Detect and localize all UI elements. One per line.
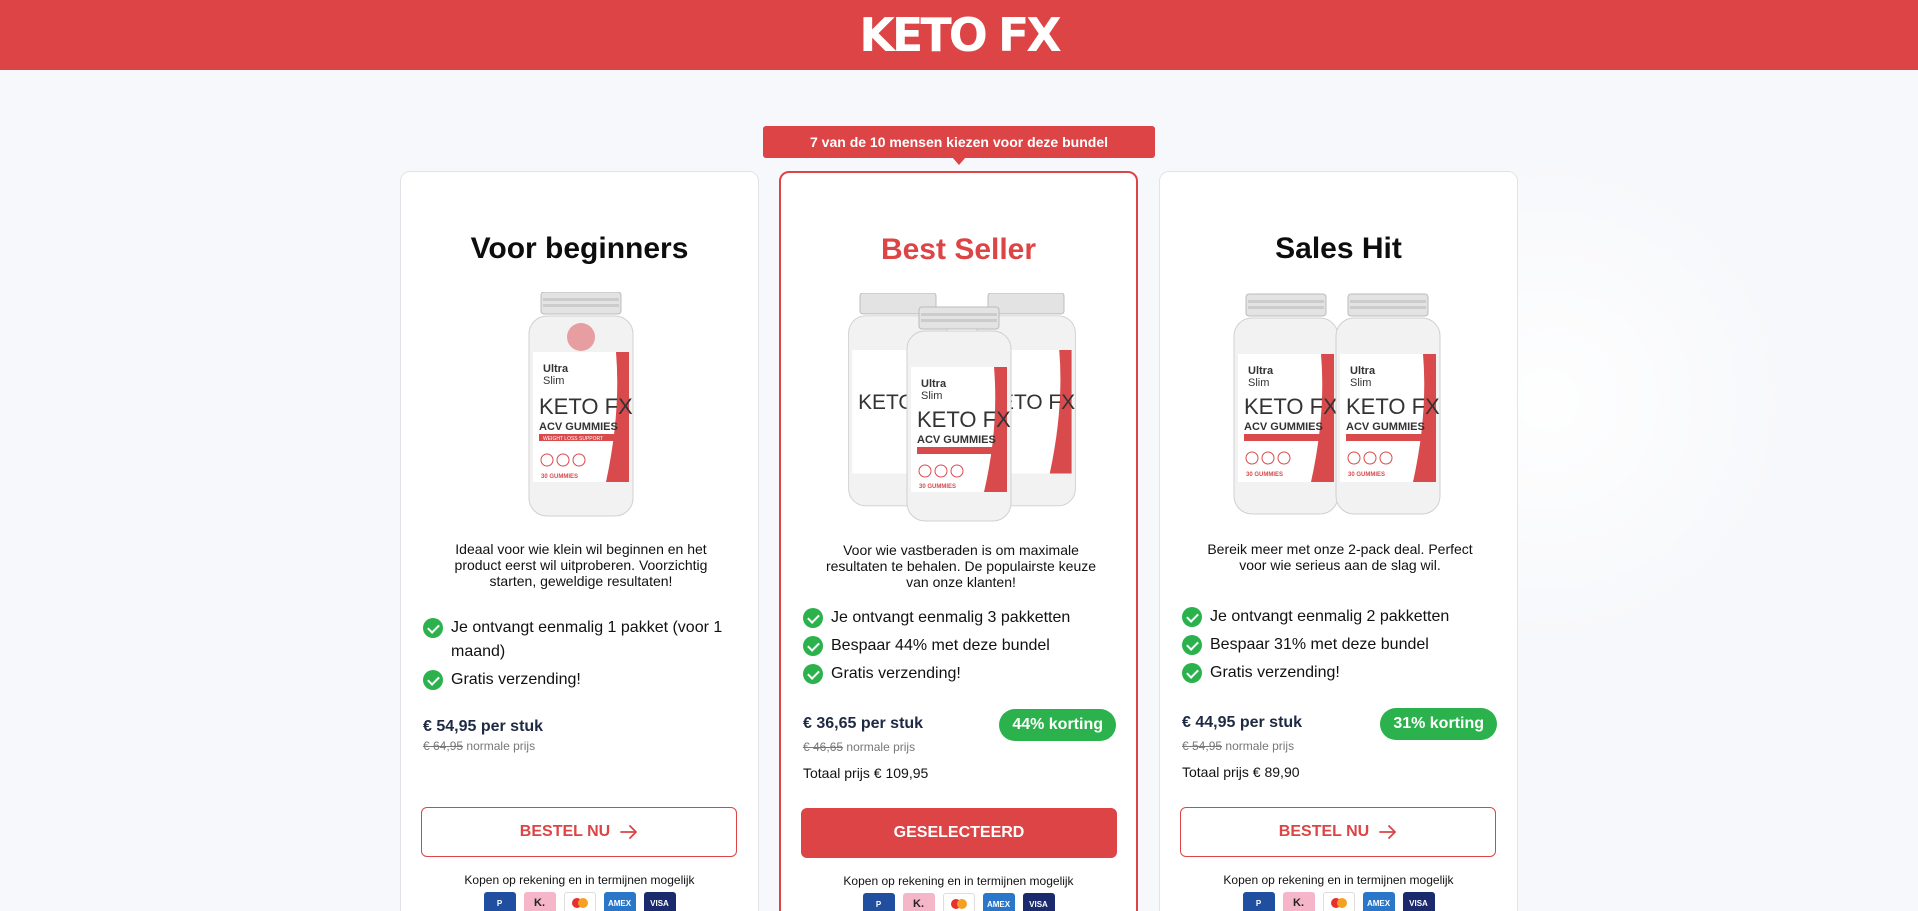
klarna-icon: K. [1282,892,1315,911]
paypal-icon: P [483,892,516,911]
svg-text:Ultra: Ultra [921,378,947,390]
check-icon [803,608,823,628]
payment-note: Kopen op rekening en in termijnen mogeli… [843,874,1074,888]
svg-text:Ultra: Ultra [1248,365,1274,377]
card-description: Voor wie vastberaden is om maximale resu… [825,542,1097,590]
keto-fx-logo[interactable]: KETO FX [859,8,1061,62]
svg-text:Ultra: Ultra [543,363,569,375]
feature-item: Gratis verzending! [1182,661,1502,685]
svg-text:WEIGHT LOSS SUPPORT: WEIGHT LOSS SUPPORT [543,436,603,442]
amex-icon: AMEX [603,892,636,911]
visa-icon: VISA [643,892,676,911]
gummies-bottle-image: KETO FX KETO FX Ultra Slim KETO FX ACV G… [848,293,1076,522]
card-description: Ideaal voor wie klein wil beginnen en he… [454,541,708,589]
feature-item: Je ontvangt eenmalig 2 pakketten [1182,605,1502,629]
svg-text:ACV GUMMIES: ACV GUMMIES [1244,421,1323,433]
feature-item: Bespaar 44% met deze bundel [803,634,1123,658]
amex-icon: AMEX [1362,892,1395,911]
product-image: KETO FX KETO FX Ultra Slim KETO FX ACV G… [781,293,1136,523]
payment-icons: P K. AMEX VISA [781,893,1136,911]
payment-note: Kopen op rekening en in termijnen mogeli… [464,873,695,887]
total-price: Totaal prijs € 89,90 [1182,764,1300,780]
check-icon [1182,635,1202,655]
svg-text:KETO FX: KETO FX [917,407,1011,432]
header-bar: KETO FX [0,0,1918,70]
klarna-icon: K. [902,893,935,911]
check-icon [423,618,443,638]
arrow-right-icon [620,825,638,839]
order-now-button[interactable]: BESTEL NU [1180,807,1496,857]
visa-icon: VISA [1022,893,1055,911]
svg-text:30 GUMMIES: 30 GUMMIES [1348,472,1385,478]
mastercard-icon [563,892,596,911]
svg-text:ACV GUMMIES: ACV GUMMIES [1346,421,1425,433]
normal-price: € 54,95 normale prijs [1182,739,1295,753]
svg-text:KETO FX: KETO FX [1346,394,1440,419]
order-now-button[interactable]: BESTEL NU [421,807,737,857]
mastercard-icon [1322,892,1355,911]
svg-text:Slim: Slim [543,375,564,387]
check-icon [1182,607,1202,627]
svg-text:KETO FX: KETO FX [539,394,633,419]
total-price: Totaal prijs € 109,95 [803,765,929,781]
popular-bundle-banner: 7 van de 10 mensen kiezen voor deze bund… [763,126,1155,158]
card-description: Bereik meer met onze 2-pack deal. Perfec… [1207,541,1473,573]
klarna-icon: K. [523,892,556,911]
feature-item: Bespaar 31% met deze bundel [1182,633,1502,657]
svg-text:30 GUMMIES: 30 GUMMIES [1246,472,1283,478]
card-title: Best Seller [880,233,1037,266]
svg-text:Ultra: Ultra [1350,365,1376,377]
gummies-bottle-image: Ultra Slim KETO FX ACV GUMMIES 30 GUMMIE… [1233,293,1441,515]
payment-icons: P K. AMEX VISA [401,892,758,911]
feature-list: Je ontvangt eenmalig 2 pakketten Bespaar… [1182,605,1502,689]
feature-item: Je ontvangt eenmalig 1 pakket (voor 1 ma… [423,616,743,664]
product-image: Ultra Slim KETO FX ACV GUMMIES 30 GUMMIE… [1160,292,1517,522]
feature-list: Je ontvangt eenmalig 3 pakketten Bespaar… [803,606,1123,690]
svg-text:30 GUMMIES: 30 GUMMIES [541,474,578,480]
svg-text:30 GUMMIES: 30 GUMMIES [919,484,956,490]
svg-text:ACV GUMMIES: ACV GUMMIES [917,434,996,446]
card-title: Voor beginners [470,232,689,265]
paypal-icon: P [862,893,895,911]
svg-text:Slim: Slim [1248,377,1269,389]
unit-price: € 54,95 per stuk [423,718,544,735]
svg-text:ACV GUMMIES: ACV GUMMIES [539,421,618,433]
unit-price: € 36,65 per stuk [803,715,924,732]
gummies-bottle-image: Ultra Slim KETO FX ACV GUMMIES WEIGHT LO… [528,292,634,517]
amex-icon: AMEX [982,893,1015,911]
selected-button[interactable]: GESELECTEERD [801,808,1117,858]
check-icon [1182,663,1202,683]
card-title: Sales Hit [1275,232,1402,265]
feature-item: Gratis verzending! [803,662,1123,686]
offer-card-best-seller[interactable]: Best Seller KETO FX KETO FX Ultra Slim K… [779,171,1138,911]
feature-list: Je ontvangt eenmalig 1 pakket (voor 1 ma… [423,616,743,696]
offer-card-beginners[interactable]: Voor beginners Ultra Slim KETO FX ACV GU… [400,171,759,911]
unit-price: € 44,95 per stuk [1182,714,1303,731]
offer-card-sales-hit[interactable]: Sales Hit Ultra Slim KETO FX ACV GUMMIES… [1159,171,1518,911]
svg-text:KETO FX: KETO FX [1244,394,1338,419]
banner-pointer [952,157,966,165]
payment-icons: P K. AMEX VISA [1160,892,1517,911]
feature-item: Gratis verzending! [423,668,743,692]
payment-note: Kopen op rekening en in termijnen mogeli… [1223,873,1454,887]
check-icon [803,636,823,656]
check-icon [803,664,823,684]
product-image: Ultra Slim KETO FX ACV GUMMIES WEIGHT LO… [401,292,758,522]
normal-price: € 46,65 normale prijs [803,740,916,754]
check-icon [423,670,443,690]
mastercard-icon [942,893,975,911]
discount-badge: 31% korting [1380,708,1497,740]
arrow-right-icon [1379,825,1397,839]
visa-icon: VISA [1402,892,1435,911]
svg-text:Slim: Slim [921,390,942,402]
normal-price: € 64,95 normale prijs [423,739,536,753]
svg-text:Slim: Slim [1350,377,1371,389]
feature-item: Je ontvangt eenmalig 3 pakketten [803,606,1123,630]
paypal-icon: P [1242,892,1275,911]
discount-badge: 44% korting [999,709,1116,741]
